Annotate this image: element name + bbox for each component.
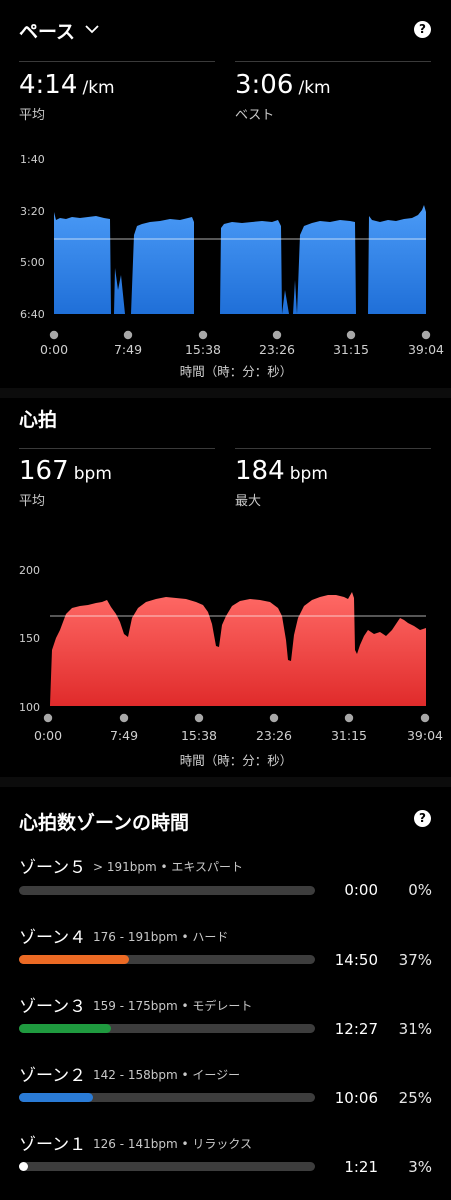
x-tick-label: 0:00 — [40, 342, 68, 357]
heart-rate-area — [50, 592, 426, 706]
zones-title: 心拍数ゾーンの時間 — [19, 812, 190, 834]
heart-max-unit: bpm — [289, 464, 328, 484]
zone-name: ゾーン３ — [19, 997, 87, 1017]
x-tick-dot — [269, 713, 279, 723]
heart-average-value: 167 — [19, 456, 69, 486]
zone-progress-track — [19, 1024, 315, 1033]
zone-progress-track — [19, 1093, 315, 1102]
pace-average-value: 4:14 — [19, 70, 78, 100]
x-tick-label: 31:15 — [331, 728, 367, 743]
heart-title: 心拍 — [19, 409, 58, 431]
zone-progress-fill — [19, 1162, 28, 1171]
y-tick-label: 5:00 — [20, 256, 45, 269]
x-tick-label: 7:49 — [110, 728, 138, 743]
y-tick-label: 1:40 — [20, 153, 45, 166]
x-tick-label: 31:15 — [333, 342, 369, 357]
zone-name: ゾーン２ — [19, 1066, 87, 1086]
help-icon[interactable]: ? — [414, 21, 431, 38]
heart-rate-chart[interactable]: 200 150 100 0:00 7:49 15:38 23:26 31:15 39:04 時… — [0, 550, 451, 775]
zone-percent: 31% — [398, 1020, 432, 1038]
zone-progress-fill — [19, 955, 129, 964]
pace-average-unit: /km — [82, 78, 115, 98]
heart-average: 167 bpm — [19, 456, 112, 486]
pace-chart[interactable]: 1:40 3:20 5:00 6:40 0:00 7:49 15:38 23:26 31:15… — [0, 140, 451, 390]
pace-x-axis-label: 時間（時：分：秒） — [180, 364, 293, 379]
zone-range: 176 - 191bpm • ハード — [93, 930, 229, 944]
zone-range: 142 - 158bpm • イージー — [93, 1068, 241, 1082]
zone-progress-fill — [19, 1093, 93, 1102]
x-tick-label: 0:00 — [34, 728, 62, 743]
zone-progress-fill — [19, 1024, 111, 1033]
zone-percent: 37% — [398, 951, 432, 969]
y-tick-label: 200 — [19, 564, 40, 577]
x-tick-dot — [272, 330, 282, 340]
section-separator — [0, 388, 451, 398]
chevron-down-icon[interactable] — [84, 22, 100, 36]
y-tick-label: 3:20 — [20, 205, 45, 218]
x-tick-dot — [194, 713, 204, 723]
y-tick-label: 150 — [19, 632, 40, 645]
x-tick-dot — [344, 713, 354, 723]
x-tick-label: 15:38 — [185, 342, 221, 357]
heart-x-axis-label: 時間（時：分：秒） — [180, 753, 293, 768]
x-tick-dot — [346, 330, 356, 340]
x-tick-label: 39:04 — [408, 342, 444, 357]
pace-area — [54, 205, 426, 314]
heart-max-value: 184 — [235, 456, 285, 486]
x-tick-dot — [49, 330, 59, 340]
x-tick-label: 39:04 — [407, 728, 443, 743]
zone-percent: 0% — [408, 881, 432, 899]
x-tick-label: 7:49 — [114, 342, 142, 357]
section-separator — [0, 777, 451, 787]
x-tick-dot — [420, 713, 430, 723]
y-tick-label: 100 — [19, 701, 40, 714]
x-tick-dot — [119, 713, 129, 723]
pace-average: 4:14 /km — [19, 70, 115, 100]
x-tick-label: 15:38 — [181, 728, 217, 743]
zone-name: ゾーン４ — [19, 928, 87, 948]
zone-time: 14:50 — [334, 951, 378, 969]
heart-max: 184 bpm — [235, 456, 328, 486]
pace-best: 3:06 /km — [235, 70, 331, 100]
x-tick-label: 23:26 — [256, 728, 292, 743]
zone-time: 1:21 — [344, 1158, 378, 1176]
heart-average-label: 平均 — [19, 494, 46, 509]
zone-name: ゾーン１ — [19, 1135, 87, 1155]
heart-average-unit: bpm — [73, 464, 112, 484]
pace-title[interactable]: ペース — [19, 17, 75, 44]
x-tick-dot — [123, 330, 133, 340]
divider — [19, 61, 215, 62]
divider — [235, 448, 431, 449]
zone-percent: 3% — [408, 1158, 432, 1176]
x-tick-dot — [198, 330, 208, 340]
pace-best-value: 3:06 — [235, 70, 294, 100]
zone-progress-track — [19, 886, 315, 895]
zone-time: 0:00 — [344, 881, 378, 899]
zone-progress-track — [19, 1162, 315, 1171]
zone-percent: 25% — [398, 1089, 432, 1107]
zone-name: ゾーン５ — [19, 858, 87, 878]
zone-range: 159 - 175bpm • モデレート — [93, 999, 253, 1013]
zone-time: 10:06 — [334, 1089, 378, 1107]
heart-max-label: 最大 — [235, 494, 262, 509]
pace-average-label: 平均 — [19, 108, 46, 123]
zone-range: > 191bpm • エキスパート — [93, 860, 244, 874]
divider — [19, 448, 215, 449]
pace-best-unit: /km — [298, 78, 331, 98]
x-tick-dot — [43, 713, 53, 723]
y-tick-label: 6:40 — [20, 308, 45, 321]
x-tick-label: 23:26 — [259, 342, 295, 357]
zone-time: 12:27 — [334, 1020, 378, 1038]
x-tick-dot — [421, 330, 431, 340]
divider — [235, 61, 431, 62]
zone-range: 126 - 141bpm • リラックス — [93, 1137, 253, 1151]
pace-best-label: ベスト — [235, 108, 275, 123]
help-icon[interactable]: ? — [414, 810, 431, 827]
zone-progress-track — [19, 955, 315, 964]
